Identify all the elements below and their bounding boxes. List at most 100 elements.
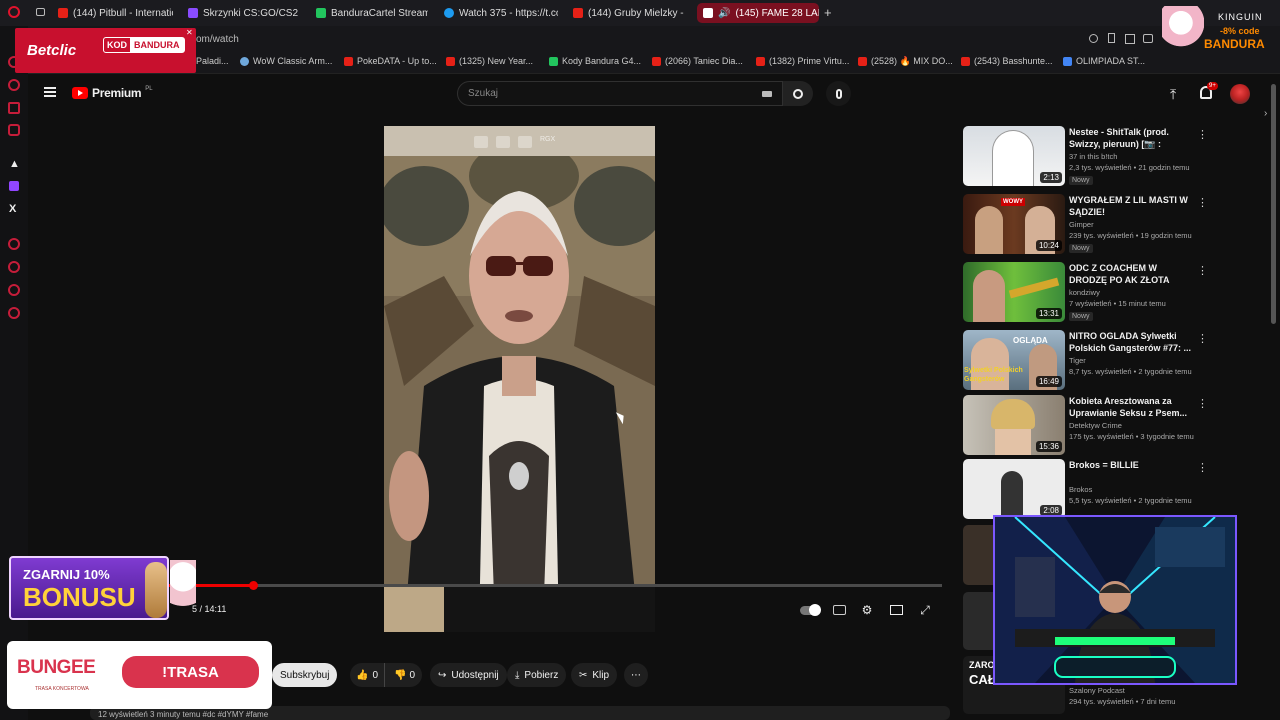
browser-tab-active[interactable]: 🔊(145) FAME 28 LALUN — [697, 3, 819, 23]
search-input[interactable]: Szukaj — [457, 81, 783, 106]
browser-tab[interactable]: Skrzynki CS:GO/CS2 | G — [188, 3, 300, 23]
page-scrollbar[interactable] — [1271, 84, 1276, 324]
history-icon[interactable] — [8, 261, 20, 273]
more-actions-button[interactable]: ⋯ — [624, 663, 648, 687]
settings-gear-icon[interactable]: ⚙ — [859, 602, 875, 618]
like-button[interactable]: 👍 0 — [350, 663, 386, 687]
tab-overview-icon[interactable] — [36, 8, 45, 16]
more-vert-icon[interactable]: ⋮ — [1197, 397, 1208, 410]
progress-scrubber[interactable] — [249, 581, 259, 590]
search-button[interactable] — [783, 81, 813, 106]
channel-name[interactable]: Gimper — [1069, 220, 1094, 229]
video-thumbnail[interactable]: 2:08 — [963, 459, 1065, 519]
upload-icon[interactable]: ⤒ — [1170, 86, 1176, 103]
recommendation-item[interactable]: 2:13 Nestee - ShitTalk (prod. Swizzy, pi… — [963, 126, 1208, 188]
keyboard-icon[interactable] — [762, 91, 772, 97]
miniplayer-icon[interactable] — [474, 136, 488, 148]
microphone-icon — [835, 88, 842, 99]
bookmark-item[interactable]: Paladi... — [196, 56, 229, 66]
video-thumbnail[interactable]: 2:13 — [963, 126, 1065, 186]
bookmark-icon[interactable] — [1108, 33, 1115, 43]
channel-name[interactable]: kondziwy — [1069, 288, 1100, 297]
more-vert-icon[interactable]: ⋮ — [1197, 461, 1208, 474]
browser-tab[interactable]: BanduraCartel Stream - — [316, 3, 428, 23]
video-player[interactable]: RGX — [384, 126, 655, 632]
aria-icon[interactable]: ▲ — [9, 158, 20, 170]
more-vert-icon[interactable]: ⋮ — [1197, 264, 1208, 277]
avatar[interactable] — [1230, 84, 1250, 104]
youtube-logo[interactable]: Premium PL — [72, 86, 153, 100]
extensions-icon[interactable] — [1125, 34, 1135, 44]
menu-icon[interactable] — [44, 87, 56, 97]
video-thumbnail[interactable]: WOWY 10:24 — [963, 194, 1065, 254]
autoplay-toggle[interactable] — [800, 602, 821, 618]
new-tab-button[interactable]: + — [824, 5, 832, 20]
bookmark-item[interactable]: (1325) New Year... — [446, 56, 533, 66]
extensions-icon[interactable] — [8, 284, 20, 296]
clip-button[interactable]: ✂ Klip — [571, 663, 618, 687]
bookmark-item[interactable]: (2066) Taniec Dia... — [652, 56, 743, 66]
subtitles-icon[interactable] — [831, 602, 847, 618]
subscribe-button[interactable]: Subskrybuj — [272, 663, 338, 687]
settings-icon[interactable] — [8, 307, 20, 319]
video-thumbnail[interactable] — [963, 592, 995, 650]
more-vert-icon[interactable]: ⋮ — [1197, 128, 1208, 141]
video-title[interactable]: NITRO OGLADA Sylwetki Polskich Gangsteró… — [1069, 330, 1194, 354]
video-title[interactable]: Brokos = BILLIE — [1069, 459, 1194, 471]
loop-icon[interactable] — [496, 136, 510, 148]
wallet-icon[interactable] — [1143, 34, 1153, 43]
whatsapp-icon[interactable] — [8, 79, 20, 91]
close-icon[interactable]: ✕ — [186, 28, 193, 37]
video-title[interactable]: WYGRAŁEM Z LIL MASTI W SĄDZIE! — [1069, 194, 1194, 218]
recommendation-item[interactable]: 15:36 Kobieta Aresztowana za Uprawianie … — [963, 395, 1208, 457]
twitch-icon[interactable] — [9, 181, 19, 191]
channel-name[interactable]: Tiger — [1069, 356, 1086, 365]
channel-name[interactable]: Brokos — [1069, 485, 1092, 494]
search-placeholder: Szukaj — [468, 88, 499, 99]
browser-tab[interactable]: (144) Pitbull - Internationa — [58, 3, 173, 23]
theater-mode-icon[interactable] — [888, 602, 904, 618]
channel-name[interactable]: Detektyw Crime — [1069, 421, 1122, 430]
browser-tab[interactable]: (144) Gruby Mielzky - Za — [573, 3, 685, 23]
video-title[interactable]: Kobieta Aresztowana za Uprawianie Seksu … — [1069, 395, 1194, 419]
opera-logo-icon[interactable] — [8, 6, 20, 18]
dislike-button[interactable]: 👎 0 — [390, 670, 419, 681]
recommendation-item[interactable]: OGLĄDA Sylwetki Polskich Gangsterów 16:4… — [963, 330, 1208, 392]
browser-tab[interactable]: Watch 375 - https://t.co/ — [444, 3, 558, 23]
instagram-icon[interactable] — [8, 124, 20, 136]
video-thumbnail[interactable]: 13:31 — [963, 262, 1065, 322]
bookmark-item[interactable]: WoW Classic Arm... — [240, 56, 332, 66]
bookmark-item[interactable]: PokeDATA - Up to... — [344, 56, 437, 66]
video-thumbnail[interactable]: 15:36 — [963, 395, 1065, 455]
more-vert-icon[interactable]: ⋮ — [1197, 196, 1208, 209]
url-text[interactable]: om/watch — [196, 34, 239, 45]
video-title[interactable]: ODC Z COACHEM W DRODZĘ PO AK ZŁOTA ARABE… — [1069, 262, 1194, 286]
video-thumbnail[interactable] — [963, 525, 995, 585]
more-vert-icon[interactable]: ⋮ — [1197, 332, 1208, 345]
bookmark-item[interactable]: (2543) Basshunte... — [961, 56, 1053, 66]
video-meta: 2,3 tys. wyświetleń • 21 godzin temu — [1069, 163, 1190, 172]
player-icon[interactable] — [8, 238, 20, 250]
bookmark-item[interactable]: (1382) Prime Virtu... — [756, 56, 849, 66]
download-button[interactable]: ⤓ Pobierz — [507, 663, 567, 687]
share-button[interactable]: ↪ Udostępnij — [430, 663, 507, 687]
vk-icon[interactable] — [8, 102, 20, 114]
fullscreen-icon[interactable]: ⤢ — [917, 602, 933, 618]
channel-name[interactable]: 37 in this b!tch — [1069, 152, 1117, 161]
channel-name[interactable]: Szalony Podcast — [1069, 686, 1125, 695]
player-overlay-label[interactable]: RGX — [540, 136, 555, 148]
youtube-favicon-icon — [961, 56, 970, 66]
bookmark-item[interactable]: Kody Bandura G4... — [549, 56, 641, 66]
voice-search-button[interactable] — [826, 81, 851, 106]
recommendation-item[interactable]: WOWY 10:24 WYGRAŁEM Z LIL MASTI W SĄDZIE… — [963, 194, 1208, 256]
x-twitter-icon[interactable]: X — [9, 203, 16, 215]
recommendation-item[interactable]: 2:08 Brokos = BILLIE Brokos 5,5 tys. wyś… — [963, 459, 1208, 521]
zoom-icon[interactable] — [1089, 34, 1098, 43]
bookmark-item[interactable]: (2528) 🔥 MIX DO... — [858, 56, 953, 67]
skip-icon[interactable] — [518, 136, 532, 148]
bookmark-item[interactable]: OLIMPIADA ST... — [1063, 56, 1145, 66]
video-thumbnail[interactable]: OGLĄDA Sylwetki Polskich Gangsterów 16:4… — [963, 330, 1065, 390]
recommendation-item[interactable]: 13:31 ODC Z COACHEM W DRODZĘ PO AK ZŁOTA… — [963, 262, 1208, 324]
video-title[interactable]: Nestee - ShitTalk (prod. Swizzy, pieruun… — [1069, 126, 1194, 150]
video-progress-bar[interactable] — [168, 581, 942, 590]
